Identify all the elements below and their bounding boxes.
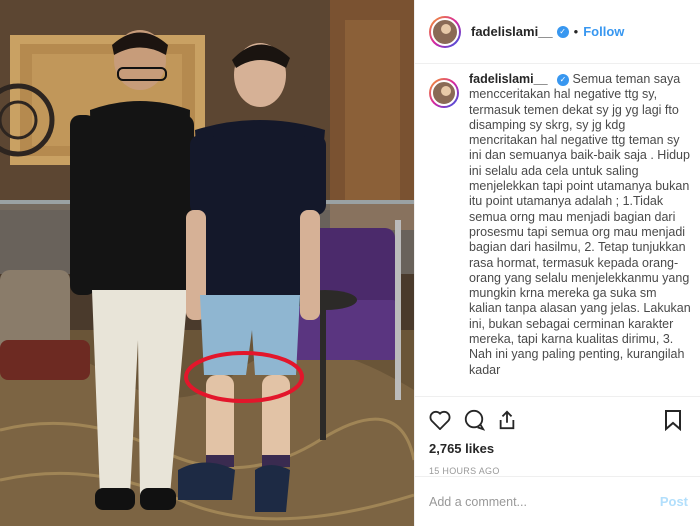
post-comment-button[interactable]: Post [660,494,688,509]
separator-dot: • [573,24,579,39]
caption: fadelislami__ ✓ Semua teman saya menccer… [429,72,692,378]
verified-badge-icon: ✓ [557,74,569,86]
username-link[interactable]: fadelislami__ [471,24,553,39]
bookmark-icon[interactable] [664,406,686,434]
action-icons [429,405,686,435]
caption-section: fadelislami__ ✓ Semua teman saya menccer… [429,72,692,390]
follow-button[interactable]: Follow [583,24,624,39]
post-actions: 2,765 likes 15 HOURS AGO [415,396,700,476]
share-icon[interactable] [497,406,531,434]
heart-icon[interactable] [429,406,463,434]
photo-illustration [0,0,414,526]
post-photo[interactable] [0,0,414,526]
comment-bar: Post [415,476,700,526]
caption-username-link[interactable]: fadelislami__ [469,72,548,86]
post-side-panel: fadelislami__ ✓ • Follow fadelislami__ ✓… [414,0,700,526]
verified-badge-icon: ✓ [556,25,569,38]
comment-input[interactable] [429,494,660,509]
caption-avatar[interactable] [429,78,459,108]
post-header: fadelislami__ ✓ • Follow [415,0,700,64]
comment-icon[interactable] [463,406,497,434]
likes-count[interactable]: 2,765 likes [429,441,686,456]
caption-text: fadelislami__ ✓ Semua teman saya menccer… [469,72,692,378]
post-timestamp: 15 HOURS AGO [429,466,500,476]
avatar[interactable] [429,15,461,48]
caption-body: Semua teman saya mencceritakan hal negat… [469,72,691,377]
